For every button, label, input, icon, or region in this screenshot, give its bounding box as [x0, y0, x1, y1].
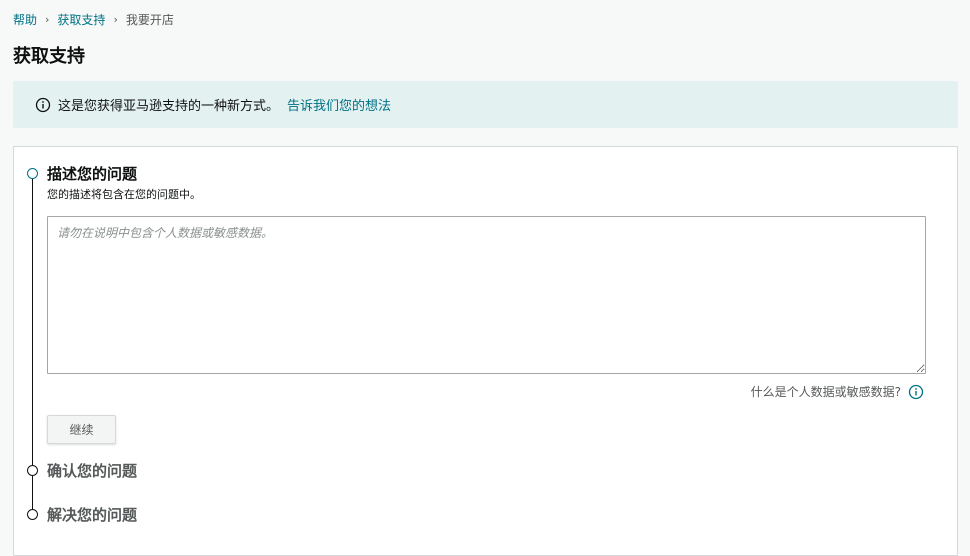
chevron-right-icon: › [45, 13, 50, 26]
step-1-subtitle: 您的描述将包含在您的问题中。 [47, 188, 201, 201]
step-1-indicator [27, 168, 38, 179]
continue-button[interactable]: 继续 [47, 415, 116, 444]
feedback-link[interactable]: 告诉我们您的想法 [287, 95, 391, 114]
breadcrumb: 帮助 › 获取支持 › 我要开店 [13, 11, 174, 28]
step-3-title: 解决您的问题 [47, 506, 138, 524]
step-3-indicator [27, 509, 38, 520]
breadcrumb-link-get-support[interactable]: 获取支持 [57, 11, 105, 28]
page-title: 获取支持 [13, 46, 85, 67]
banner-message: 这是您获得亚马逊支持的一种新方式。 [58, 99, 280, 114]
info-banner: 这是您获得亚马逊支持的一种新方式。 告诉我们您的想法 [13, 81, 958, 128]
issue-description-input[interactable] [47, 216, 926, 374]
step-1-title: 描述您的问题 [47, 165, 138, 183]
support-steps-card: 描述您的问题 您的描述将包含在您的问题中。 什么是个人数据或敏感数据? 继续 确… [13, 146, 958, 556]
chevron-right-icon: › [113, 13, 118, 26]
sensitive-data-help-label: 什么是个人数据或敏感数据? [750, 385, 901, 399]
info-icon[interactable] [908, 384, 924, 400]
breadcrumb-link-help[interactable]: 帮助 [13, 11, 37, 28]
step-2-title: 确认您的问题 [47, 462, 138, 480]
step-2-indicator [27, 465, 38, 476]
info-icon [35, 97, 51, 113]
breadcrumb-current: 我要开店 [125, 13, 174, 27]
sensitive-data-help: 什么是个人数据或敏感数据? [751, 383, 924, 400]
